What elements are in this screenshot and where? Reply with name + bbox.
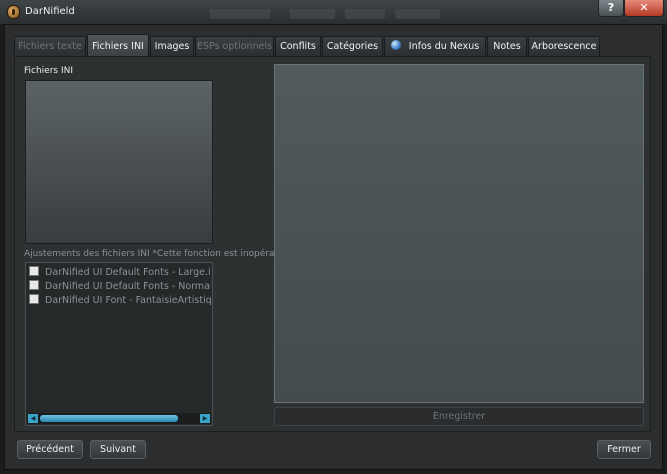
tab-label: ESPs optionnels [196,41,273,52]
tab-fichiers-texte[interactable]: Fichiers texte [14,36,86,56]
tab-conflits[interactable]: Conflits [275,36,321,56]
ini-files-label: Fichiers INI [24,66,74,76]
checkbox[interactable] [29,266,39,276]
window-title: DarNifield [25,6,75,17]
tab-label: Catégories [326,41,379,52]
list-item-label: DarNified UI Font - FantaisieArtistique_ [45,295,211,306]
tab-fichiers-ini[interactable]: Fichiers INI [87,34,149,56]
checkbox[interactable] [29,280,39,290]
scroll-right-arrow-icon[interactable]: ▶ [200,414,210,423]
checkbox[interactable] [29,294,39,304]
tab-arborescence[interactable]: Arborescence [528,36,600,56]
save-button[interactable]: Enregistrer [274,407,644,426]
next-button[interactable]: Suivant [90,440,146,459]
tab-label: Conflits [280,41,316,52]
ini-adjustments-label: Ajustements des fichiers INI *Cette fonc… [24,249,297,259]
titlebar-background-decoration [345,9,385,19]
tab-notes[interactable]: Notes [487,36,527,56]
ini-adjustments-list[interactable]: DarNified UI Default Fonts - Large.ini D… [25,262,213,426]
titlebar-background-decoration [210,9,270,19]
list-item-label: DarNified UI Default Fonts - Large.ini [45,267,211,278]
tab-images[interactable]: Images [150,36,194,56]
app-icon [7,5,20,19]
list-item[interactable]: DarNified UI Font - FantaisieArtistique_ [29,294,211,308]
help-icon: ? [607,1,615,14]
tab-label: Fichiers texte [18,41,82,52]
list-item-label: DarNified UI Default Fonts - Normal.ini [45,281,211,292]
previous-button[interactable]: Précédent [17,440,83,459]
close-button[interactable]: Fermer [597,440,651,459]
ini-editor-area[interactable] [274,64,644,403]
tab-label: Fichiers INI [92,41,144,52]
close-icon: ✕ [639,1,649,14]
tab-categories[interactable]: Catégories [322,36,383,56]
tab-label: Notes [493,41,521,52]
titlebar-background-decoration [395,9,440,19]
tab-label: Arborescence [531,41,597,52]
horizontal-scrollbar[interactable]: ◀ ▶ [27,413,211,424]
ini-files-list[interactable] [25,80,213,244]
globe-icon [390,40,401,50]
list-item[interactable]: DarNified UI Default Fonts - Large.ini [29,266,211,280]
tab-label: Infos du Nexus [408,41,480,52]
title-bar: DarNifield ? ✕ [0,0,667,24]
tab-label: Images [154,41,190,52]
tab-esps-optionnels[interactable]: ESPs optionnels [195,36,274,56]
tab-infos-du-nexus[interactable]: Infos du Nexus [384,36,486,56]
titlebar-background-decoration [290,9,335,19]
help-button[interactable]: ? [598,0,624,17]
close-window-button[interactable]: ✕ [624,0,664,17]
scroll-left-arrow-icon[interactable]: ◀ [28,414,38,423]
scroll-thumb[interactable] [40,415,178,422]
list-item[interactable]: DarNified UI Default Fonts - Normal.ini [29,280,211,294]
